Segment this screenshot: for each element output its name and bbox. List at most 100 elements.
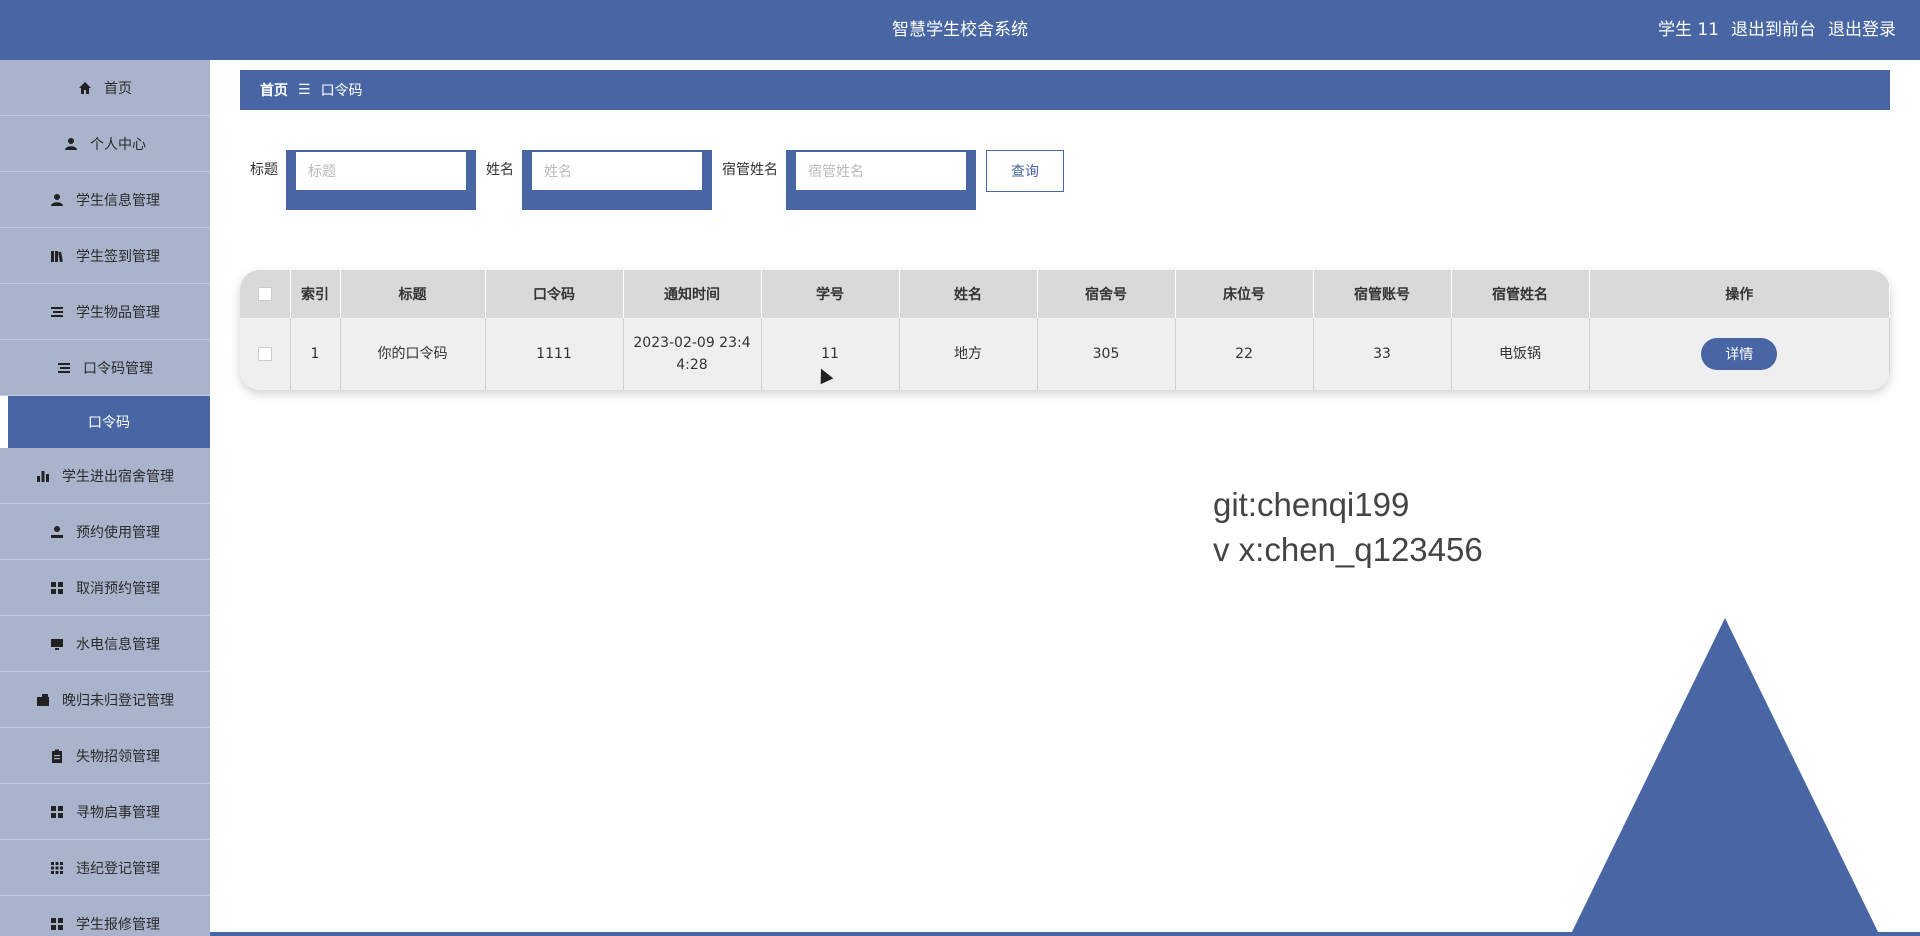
sidebar-item-reservation[interactable]: 预约使用管理: [0, 504, 210, 560]
data-table: 索引 标题 口令码 通知时间 学号 姓名 宿舍号 床位号 宿管账号 宿管姓名 操…: [240, 270, 1890, 390]
user-icon: [50, 525, 64, 539]
sidebar-item-label: 晚归未归登记管理: [62, 692, 174, 709]
header-name: 姓名: [899, 270, 1038, 318]
book-icon: [50, 249, 64, 263]
list-icon: [50, 305, 64, 319]
table-header-row: 索引 标题 口令码 通知时间 学号 姓名 宿舍号 床位号 宿管账号 宿管姓名 操…: [240, 270, 1890, 318]
cell-title: 你的口令码: [340, 318, 486, 390]
sidebar-item-label: 寻物启事管理: [76, 804, 160, 821]
watermark-text: git:chenqi199 v x:chen_q123456: [1213, 482, 1483, 572]
grid-icon: [50, 581, 64, 595]
sidebar-item-label: 首页: [104, 80, 132, 97]
cell-manager-account: 33: [1313, 318, 1452, 390]
header-action: 操作: [1589, 270, 1890, 318]
sidebar-item-lost-found[interactable]: 失物招领管理: [0, 728, 210, 784]
title-field-wrapper: [286, 150, 476, 210]
cell-bed-no: 22: [1175, 318, 1314, 390]
cell-time: 2023-02-09 23:4 4:28: [623, 318, 762, 390]
header-student-no: 学号: [761, 270, 900, 318]
sidebar-item-code[interactable]: 口令码: [0, 396, 210, 448]
grid9-icon: [50, 861, 64, 875]
sidebar-item-student-info[interactable]: 学生信息管理: [0, 172, 210, 228]
sidebar-item-cancel-reservation[interactable]: 取消预约管理: [0, 560, 210, 616]
breadcrumb-current: 口令码: [320, 83, 363, 99]
sidebar-item-label: 学生报修管理: [76, 916, 160, 933]
detail-button[interactable]: 详情: [1701, 338, 1778, 370]
cell-dorm-no: 305: [1037, 318, 1176, 390]
bottom-divider: [210, 932, 1920, 936]
sidebar-item-late-return[interactable]: 晚归未归登记管理: [0, 672, 210, 728]
user-icon: [50, 193, 64, 207]
wallet-icon: [36, 693, 50, 707]
system-title: 智慧学生校舍系统: [892, 20, 1028, 40]
sidebar-item-label: 水电信息管理: [76, 636, 160, 653]
monitor-icon: [50, 637, 64, 651]
sidebar-item-profile[interactable]: 个人中心: [0, 116, 210, 172]
row-select-cell[interactable]: [240, 318, 291, 390]
cell-time-line2: 4:28: [676, 357, 708, 373]
watermark-line1: git:chenqi199: [1213, 486, 1410, 523]
title-input[interactable]: [296, 152, 466, 190]
row-checkbox[interactable]: [257, 347, 272, 361]
clipboard-icon: [50, 749, 64, 763]
name-input[interactable]: [532, 152, 702, 190]
breadcrumb: 首页 ☰ 口令码: [240, 70, 1890, 110]
grid-icon: [50, 917, 64, 931]
query-button[interactable]: 查询: [986, 150, 1064, 192]
sidebar-item-code-manage[interactable]: 口令码管理: [0, 340, 210, 396]
watermark-line2: v x:chen_q123456: [1213, 531, 1483, 568]
header-title: 标题: [340, 270, 486, 318]
sidebar-item-label: 学生进出宿舍管理: [62, 468, 174, 485]
name-field-wrapper: [522, 150, 712, 210]
sidebar-item-label: 失物招领管理: [76, 748, 160, 765]
sidebar-item-label: 学生信息管理: [76, 192, 160, 209]
top-header: 智慧学生校舍系统 学生 11 退出到前台 退出登录: [0, 0, 1920, 60]
logout-link[interactable]: 退出登录: [1828, 0, 1896, 60]
header-time: 通知时间: [623, 270, 762, 318]
header-index: 索引: [290, 270, 341, 318]
current-user-label: 学生 11: [1657, 20, 1719, 40]
title-label: 标题: [250, 162, 278, 178]
sidebar-item-repair[interactable]: 学生报修管理: [0, 896, 210, 936]
list-icon: [57, 361, 71, 375]
sidebar-item-dorm-access[interactable]: 学生进出宿舍管理: [0, 448, 210, 504]
header-dorm-no: 宿舍号: [1037, 270, 1176, 318]
sidebar-item-lost-notice[interactable]: 寻物启事管理: [0, 784, 210, 840]
sidebar-item-home[interactable]: 首页: [0, 60, 210, 116]
home-icon: [78, 81, 92, 95]
sidebar-item-items[interactable]: 学生物品管理: [0, 284, 210, 340]
search-form: 标题 姓名 宿管姓名 查询: [250, 150, 1064, 210]
cell-manager-name: 电饭锅: [1451, 318, 1590, 390]
sidebar-item-label: 口令码管理: [83, 360, 153, 377]
header-code: 口令码: [485, 270, 624, 318]
header-manager-account: 宿管账号: [1313, 270, 1452, 318]
sidebar-item-label: 个人中心: [90, 136, 146, 153]
breadcrumb-separator-icon: ☰: [298, 82, 311, 98]
breadcrumb-home[interactable]: 首页: [260, 80, 288, 100]
sidebar-item-checkin[interactable]: 学生签到管理: [0, 228, 210, 284]
sidebar-item-violation[interactable]: 违纪登记管理: [0, 840, 210, 896]
select-all-cell[interactable]: [240, 270, 291, 318]
manager-field-wrapper: [786, 150, 976, 210]
grid-icon: [50, 805, 64, 819]
sidebar-item-label: 口令码: [88, 415, 130, 431]
select-all-checkbox[interactable]: [257, 287, 272, 301]
decorative-triangle: [1570, 618, 1880, 936]
user-icon: [64, 137, 78, 151]
user-area: 学生 11 退出到前台 退出登录: [1658, 0, 1896, 60]
sidebar-item-label: 预约使用管理: [76, 524, 160, 541]
sidebar-item-label: 学生物品管理: [76, 304, 160, 321]
bar-chart-icon: [36, 469, 50, 483]
sidebar-item-utilities[interactable]: 水电信息管理: [0, 616, 210, 672]
cell-code: 1111: [485, 318, 624, 390]
header-bed-no: 床位号: [1175, 270, 1314, 318]
sidebar-item-label: 学生签到管理: [76, 248, 160, 265]
manager-name-label: 宿管姓名: [722, 162, 778, 178]
cell-index: 1: [290, 318, 341, 390]
table-row: 1 你的口令码 1111 2023-02-09 23:4 4:28 11 地方 …: [240, 318, 1890, 390]
cell-name: 地方: [899, 318, 1038, 390]
manager-name-input[interactable]: [796, 152, 966, 190]
exit-to-front-link[interactable]: 退出到前台: [1731, 0, 1816, 60]
name-label: 姓名: [486, 162, 514, 178]
sidebar-item-label: 违纪登记管理: [76, 860, 160, 877]
